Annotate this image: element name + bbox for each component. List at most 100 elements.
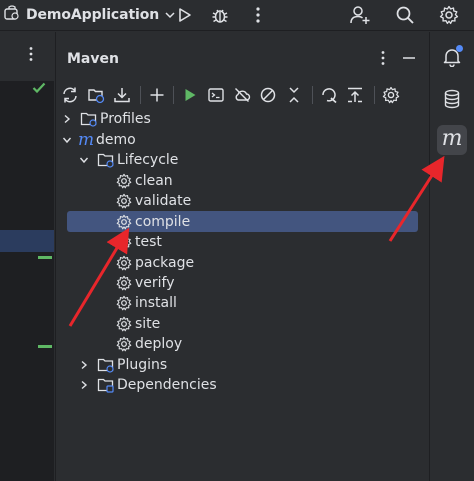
download-icon [114,88,130,103]
run-configuration-name: DemoApplication [26,7,160,23]
maven-tool-button[interactable]: m [437,125,467,155]
folder-settings-icon [97,355,115,375]
tree-item-phase[interactable]: install [115,293,177,313]
collapse-icon [289,87,299,103]
phase-label: clean [135,173,173,189]
collapse-expand-button[interactable] [283,84,305,106]
search-button[interactable] [392,3,418,27]
panel-title: Maven [67,51,119,67]
build-tool-settings-button[interactable] [380,84,402,106]
gear-icon [115,273,133,293]
right-tool-window-bar: m [431,32,474,481]
tree-item-plugins[interactable]: Plugins [77,355,167,375]
settings-button[interactable] [436,3,462,27]
terminal-icon [208,88,224,102]
run-config-icon [3,4,21,26]
phase-label: validate [135,193,192,209]
chevron-right-icon [77,375,91,395]
download-sources-button[interactable] [111,84,133,106]
tree-item-dependencies[interactable]: Dependencies [77,375,217,395]
user-plus-icon [350,6,370,24]
show-diagram-button[interactable] [344,84,366,106]
maven-tool-window: Maven [55,32,430,481]
reload-projects-button[interactable] [59,84,81,106]
tree-item-phase[interactable]: validate [115,191,191,211]
editor-current-line [0,230,54,252]
folder-settings-icon [80,109,98,129]
maven-icon: m [441,126,463,151]
cloud-off-icon [235,88,251,102]
gear-icon [115,334,133,354]
phase-label: package [135,255,195,271]
tree-item-profiles[interactable]: Profiles [60,109,151,129]
editor-tab-strip [0,32,54,82]
analyze-dependencies-button[interactable] [318,84,340,106]
chevron-down-icon [77,150,91,170]
refresh-icon [63,87,77,103]
tree-item-phase[interactable]: clean [115,171,173,191]
phase-label: verify [135,275,175,291]
run-maven-build-button[interactable] [179,84,201,106]
add-maven-project-button[interactable] [146,84,168,106]
panel-options-button[interactable] [373,48,393,68]
gear-icon [115,191,133,211]
tree-item-project[interactable]: m demo [60,130,136,150]
align-top-icon [348,87,362,103]
chevron-right-icon [77,355,91,375]
gear-icon [115,171,133,191]
more-vertical-icon [381,51,385,65]
editor-edge [0,32,54,481]
toolbar-separator [374,86,375,104]
hide-panel-button[interactable] [399,48,419,68]
tree-item-label: Dependencies [117,377,217,393]
tree-item-phase[interactable]: test [115,232,162,252]
tree-item-label: Plugins [117,357,168,373]
change-marker [38,345,52,348]
bug-icon [212,9,228,23]
toolbar-separator [140,86,141,104]
debug-button[interactable] [207,3,233,27]
editor-options-button[interactable] [28,46,34,66]
tree-item-lifecycle[interactable]: Lifecycle [77,150,178,170]
database-tool-button[interactable] [437,84,467,114]
tree-item-phase[interactable]: site [115,314,160,334]
skip-tests-button[interactable] [257,84,279,106]
play-icon [179,8,191,22]
chevron-right-icon [60,109,74,129]
maven-toolbar [56,82,431,108]
execute-maven-goal-button[interactable] [205,84,227,106]
tree-item-phase[interactable]: verify [115,273,175,293]
maven-project-icon: m [77,129,95,150]
block-icon [260,87,276,103]
notification-badge [456,45,463,52]
tree-item-phase-selected[interactable]: compile [115,212,190,232]
more-actions-button[interactable] [245,3,271,27]
toolbar-separator [173,86,174,104]
gear-icon [382,86,400,104]
tree-item-label: demo [96,132,136,148]
run-configuration-selector[interactable]: DemoApplication [3,4,176,26]
folder-dependencies-icon [97,375,115,395]
phase-label: test [135,234,162,250]
phase-label: site [135,316,161,332]
toggle-offline-mode-button[interactable] [231,84,253,106]
gear-icon [115,232,133,252]
tree-item-phase[interactable]: deploy [115,334,182,354]
search-icon [396,6,414,24]
change-marker [38,256,52,259]
phase-label: install [135,295,177,311]
play-icon [185,89,196,101]
chevron-down-icon [60,130,74,150]
database-icon [444,89,460,109]
toolbar-separator [312,86,313,104]
more-vertical-icon [256,7,260,23]
tree-item-phase[interactable]: package [115,253,194,273]
tree-item-label: Lifecycle [117,152,179,168]
run-button[interactable] [171,3,197,27]
folder-settings-icon [97,150,115,170]
add-user-button[interactable] [347,3,373,27]
plus-icon [150,88,164,102]
more-vertical-icon [29,47,33,61]
generate-sources-button[interactable] [85,84,107,106]
notifications-button[interactable] [437,42,467,72]
